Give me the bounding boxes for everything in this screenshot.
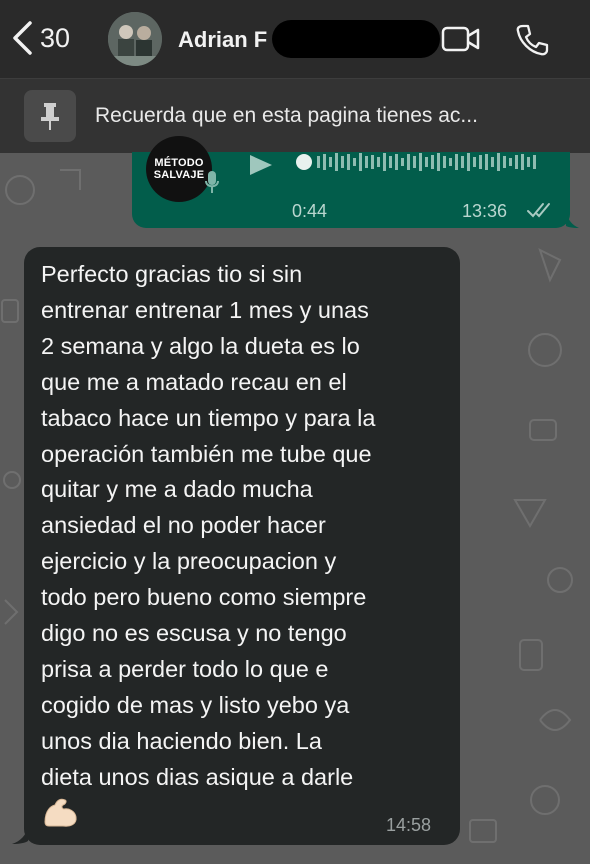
unread-count: 30 bbox=[40, 22, 71, 53]
logo-text-line1: MÉTODO bbox=[154, 157, 204, 169]
avatar-photo bbox=[108, 12, 162, 66]
pinned-message-text: Recuerda que en esta pagina tienes ac... bbox=[95, 104, 478, 127]
mic-icon bbox=[205, 171, 219, 193]
phone-call-icon[interactable] bbox=[515, 23, 549, 57]
message-body: Perfecto gracias tio si sin entrenar ent… bbox=[41, 261, 376, 790]
chevron-left-icon bbox=[13, 21, 32, 55]
sender-logo: MÉTODO SALVAJE bbox=[146, 136, 212, 202]
back-button[interactable]: 30 bbox=[10, 20, 70, 56]
message-timestamp: 13:36 bbox=[462, 201, 508, 221]
double-check-icon bbox=[527, 203, 550, 218]
pinned-message-banner[interactable]: Recuerda que en esta pagina tienes ac... bbox=[0, 78, 590, 153]
logo-text-line2: SALVAJE bbox=[153, 169, 205, 181]
pin-icon bbox=[41, 103, 59, 130]
chat-header: 30 Adrian F bbox=[0, 0, 590, 78]
flexed-biceps-icon bbox=[44, 798, 77, 827]
audio-duration: 0:44 bbox=[292, 201, 328, 221]
play-icon[interactable] bbox=[248, 154, 274, 176]
bubble-tail bbox=[566, 212, 579, 228]
contact-name[interactable]: Adrian F bbox=[178, 27, 267, 53]
message-timestamp: 14:58 bbox=[386, 815, 432, 835]
outgoing-audio-message[interactable]: MÉTODO SALVAJE 0:44 13:36 bbox=[132, 136, 570, 228]
incoming-text-message[interactable]: Perfecto gracias tio si sin entrenar ent… bbox=[24, 247, 460, 845]
audio-waveform[interactable] bbox=[292, 152, 562, 176]
redaction-bar bbox=[272, 20, 440, 58]
contact-avatar[interactable] bbox=[108, 12, 162, 66]
video-call-icon[interactable] bbox=[441, 25, 481, 53]
bubble-tail bbox=[12, 827, 28, 844]
pin-thumbnail bbox=[24, 90, 76, 142]
